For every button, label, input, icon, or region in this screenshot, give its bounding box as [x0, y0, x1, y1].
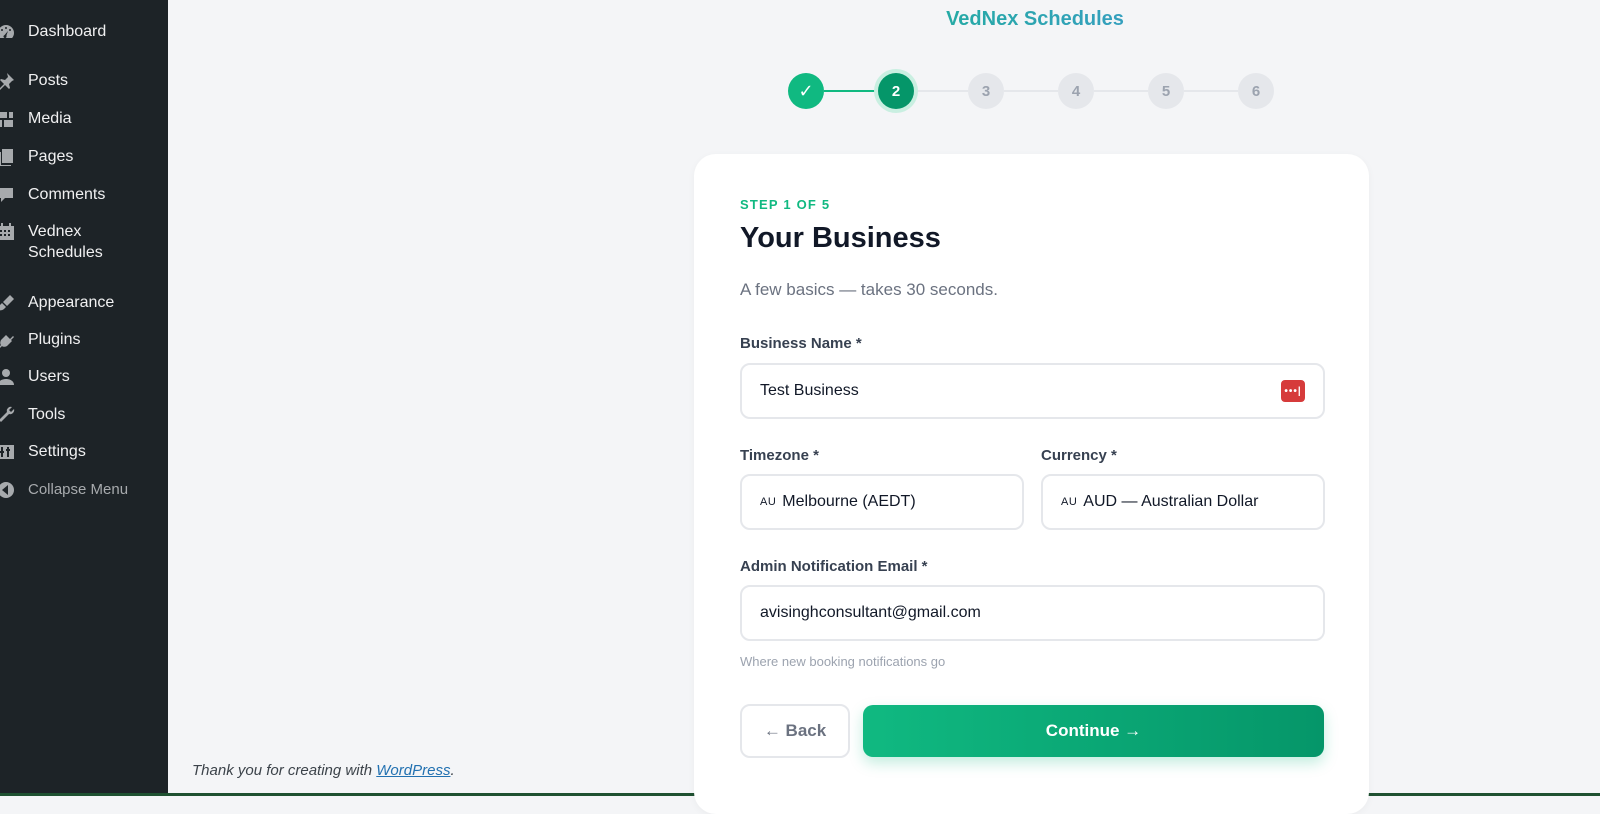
- sidebar-item-label: Users: [28, 368, 70, 385]
- sidebar-item-label: Dashboard: [28, 23, 107, 40]
- page-subtitle: A few basics — takes 30 seconds.: [740, 280, 998, 299]
- footer-suffix: .: [450, 762, 455, 779]
- sidebar-item-label: Media: [28, 110, 72, 127]
- wrench-icon: [0, 404, 28, 425]
- sidebar-item-label: Collapse Menu: [28, 481, 129, 498]
- calendar-icon: [0, 221, 28, 242]
- sidebar-item-media[interactable]: Media: [0, 108, 168, 129]
- sidebar-item-users[interactable]: Users: [0, 366, 168, 387]
- timezone-label: Timezone *: [740, 447, 819, 464]
- sidebar-item-label: Settings: [28, 443, 86, 460]
- au-flag-icon: AU: [1061, 496, 1078, 508]
- email-label: Admin Notification Email *: [740, 558, 928, 575]
- step-connector: [1184, 90, 1238, 92]
- sidebar-item-label: Posts: [28, 72, 69, 89]
- business-name-label: Business Name *: [740, 335, 862, 352]
- password-manager-icon[interactable]: •••|: [1281, 380, 1305, 402]
- plugin-icon: [0, 329, 28, 350]
- admin-sidebar: Dashboard Posts Media Pages Comments Ved…: [0, 0, 168, 796]
- sidebar-item-appearance[interactable]: Appearance: [0, 292, 168, 313]
- media-icon: [0, 108, 28, 129]
- collapse-menu-button[interactable]: Collapse Menu: [0, 479, 168, 500]
- sidebar-item-comments[interactable]: Comments: [0, 184, 168, 205]
- user-icon: [0, 366, 28, 387]
- step-indicator: STEP 1 OF 5: [740, 197, 831, 212]
- au-flag-icon: AU: [760, 496, 777, 508]
- dashboard-icon: [0, 21, 28, 42]
- footer-credit: Thank you for creating with WordPress.: [192, 762, 455, 779]
- sidebar-item-posts[interactable]: Posts: [0, 70, 168, 91]
- step-6: 6: [1238, 73, 1274, 109]
- continue-button[interactable]: Continue →: [863, 705, 1324, 757]
- sidebar-item-tools[interactable]: Tools: [0, 404, 168, 425]
- step-connector: [914, 90, 968, 92]
- timezone-select[interactable]: AU Melbourne (AEDT): [740, 474, 1024, 530]
- page-title: Your Business: [740, 222, 941, 254]
- wordpress-link[interactable]: WordPress: [376, 762, 450, 779]
- business-name-value: Test Business: [760, 382, 859, 399]
- currency-label: Currency *: [1041, 447, 1117, 464]
- sidebar-item-vednex-schedules[interactable]: Vednex Schedules: [0, 221, 168, 263]
- sidebar-item-label: Tools: [28, 406, 66, 423]
- email-hint: Where new booking notifications go: [740, 654, 946, 669]
- step-2-active: 2: [878, 73, 914, 109]
- brand-title: VedNex Schedules: [690, 8, 1380, 31]
- step-connector: [1094, 90, 1148, 92]
- sidebar-item-label: Vednex Schedules: [28, 223, 103, 261]
- sidebar-item-label: Pages: [28, 148, 74, 165]
- pages-icon: [0, 146, 28, 167]
- settings-icon: [0, 441, 28, 462]
- sidebar-item-label: Plugins: [28, 331, 81, 348]
- collapse-icon: [0, 479, 28, 500]
- sidebar-item-dashboard[interactable]: Dashboard: [0, 21, 168, 42]
- step-connector: [824, 90, 878, 92]
- sidebar-item-label: Comments: [28, 186, 106, 203]
- business-name-input[interactable]: Test Business •••|: [740, 363, 1325, 419]
- email-field[interactable]: avisinghconsultant@gmail.com: [740, 585, 1325, 641]
- pin-icon: [0, 70, 28, 91]
- sidebar-item-settings[interactable]: Settings: [0, 441, 168, 462]
- step-3: 3: [968, 73, 1004, 109]
- paintbrush-icon: [0, 292, 28, 313]
- comment-icon: [0, 184, 28, 205]
- step-4: 4: [1058, 73, 1094, 109]
- sidebar-item-label: Appearance: [28, 294, 115, 311]
- sidebar-item-pages[interactable]: Pages: [0, 146, 168, 167]
- sidebar-item-plugins[interactable]: Plugins: [0, 329, 168, 350]
- currency-select[interactable]: AU AUD — Australian Dollar: [1041, 474, 1325, 530]
- step-5: 5: [1148, 73, 1184, 109]
- currency-value: AUD — Australian Dollar: [1083, 493, 1259, 510]
- back-button[interactable]: ← Back: [740, 704, 850, 758]
- footer-text: Thank you for creating with: [192, 762, 377, 779]
- email-value: avisinghconsultant@gmail.com: [760, 604, 981, 621]
- progress-stepper: ✓ 2 3 4 5 6: [788, 72, 1276, 112]
- timezone-value: Melbourne (AEDT): [782, 493, 916, 510]
- step-1-done: ✓: [788, 73, 824, 109]
- step-connector: [1004, 90, 1058, 92]
